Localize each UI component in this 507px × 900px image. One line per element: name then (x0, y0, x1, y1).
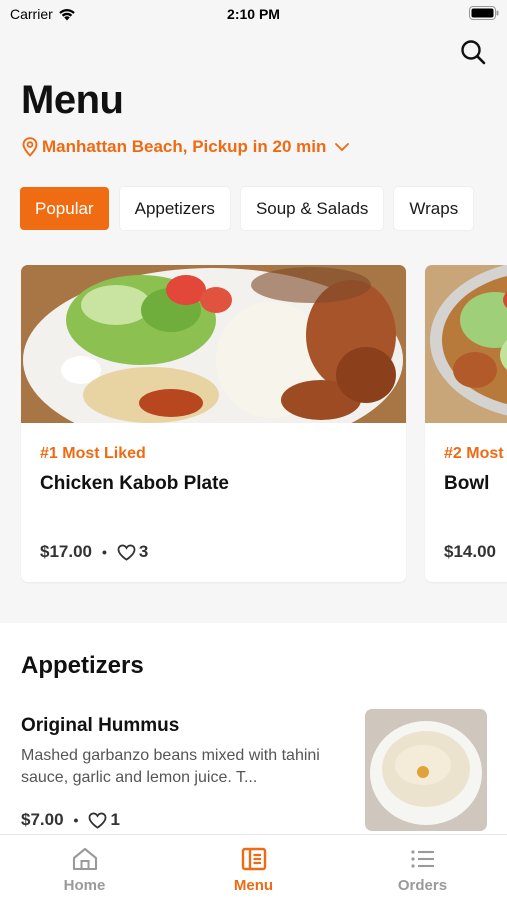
tab-orders[interactable]: Orders (338, 835, 507, 900)
card-name: Chicken Kabob Plate (40, 473, 229, 494)
menu-screen: Carrier 2:10 PM Menu Manhattan Beach, Pi… (0, 0, 507, 900)
card-name: Bowl (444, 473, 490, 494)
chicken-kabob-plate-image (21, 265, 406, 423)
location-selector[interactable]: Manhattan Beach, Pickup in 20 min (22, 137, 350, 157)
menu-item[interactable]: Original Hummus Mashed garbanzo beans mi… (21, 709, 487, 839)
chevron-down-icon (335, 143, 350, 151)
tab-soup-salads[interactable]: Soup & Salads (240, 187, 384, 230)
card-price: $14.00 (444, 542, 496, 561)
category-tabs: Popular Appetizers Soup & Salads Wraps (20, 187, 474, 230)
card-meta: $17.00 • 3 (40, 542, 148, 562)
tab-popular[interactable]: Popular (20, 187, 109, 230)
tab-home[interactable]: Home (0, 835, 169, 900)
item-description: Mashed garbanzo beans mixed with tahini … (21, 747, 320, 786)
status-time: 2:10 PM (227, 6, 280, 22)
like-count[interactable]: 1 (88, 810, 120, 830)
tab-menu-label: Menu (233, 877, 274, 894)
status-bar: Carrier 2:10 PM (0, 0, 507, 28)
tab-appetizers[interactable]: Appetizers (119, 187, 230, 230)
tab-wraps[interactable]: Wraps (394, 187, 474, 230)
separator-dot: • (102, 544, 107, 560)
heart-icon (89, 812, 107, 829)
section-title: Appetizers (21, 652, 144, 679)
list-icon (410, 850, 434, 868)
featured-card[interactable]: #1 Most Liked Chicken Kabob Plate $17.00… (21, 265, 406, 582)
bowl-image (425, 265, 507, 423)
page-title: Menu (21, 78, 124, 122)
battery-icon (469, 6, 499, 20)
search-icon[interactable] (459, 38, 487, 66)
item-price: $7.00 (21, 810, 64, 829)
card-meta: $14.00 (444, 542, 496, 562)
tab-orders-label: Orders (397, 877, 448, 894)
featured-carousel[interactable]: #1 Most Liked Chicken Kabob Plate $17.00… (21, 265, 507, 582)
item-name: Original Hummus (21, 715, 180, 736)
location-label: Manhattan Beach, Pickup in 20 min (42, 137, 327, 156)
tab-menu[interactable]: Menu (169, 835, 338, 900)
like-count-value: 1 (110, 810, 120, 829)
tab-home-label: Home (63, 877, 106, 894)
like-count-value: 3 (138, 542, 149, 561)
bottom-tab-bar: Home Menu Orders (0, 834, 507, 900)
card-rank: #2 Most Liked (444, 445, 507, 462)
card-rank: #1 Most Liked (40, 445, 146, 462)
featured-card[interactable]: #2 Most Liked Bowl $14.00 (425, 265, 507, 582)
card-price: $17.00 (40, 542, 92, 561)
separator-dot: • (73, 812, 79, 828)
like-count[interactable]: 3 (117, 542, 148, 562)
heart-icon (117, 544, 136, 561)
item-meta: $7.00 • 1 (21, 810, 120, 830)
menu-book-icon (241, 847, 266, 871)
hummus-image (365, 709, 487, 831)
location-pin-icon (22, 137, 38, 157)
home-icon (72, 847, 97, 871)
